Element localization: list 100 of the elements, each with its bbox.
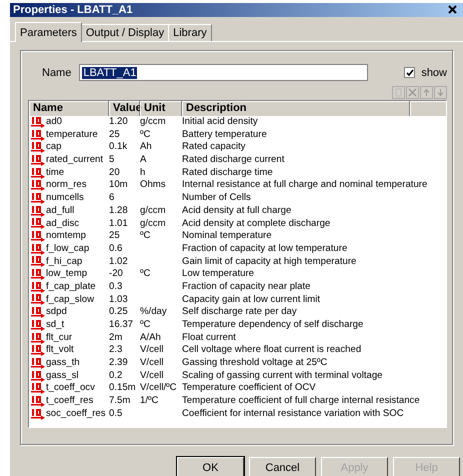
parameter-name: t_coeff_res bbox=[46, 395, 94, 408]
parameter-value: 0.3 bbox=[109, 280, 124, 294]
parameter-unit: A/Ah bbox=[140, 332, 161, 343]
parameter-name: soc_coeff_res bbox=[46, 408, 106, 421]
parameter-icon bbox=[31, 244, 45, 255]
move-down-button[interactable] bbox=[434, 86, 447, 99]
parameter-description: Internal resistance at full charge and nominal temperature bbox=[182, 179, 428, 192]
parameter-description: Temperature coefficient of OCV bbox=[182, 382, 317, 396]
parameter-description: Rated discharge current bbox=[182, 154, 286, 167]
parameter-value: 5 bbox=[109, 154, 116, 167]
parameter-description: Coefficient for internal resistance variation with SOC bbox=[182, 408, 405, 421]
parameter-description: Temperature dependency of self discharge bbox=[182, 319, 364, 332]
parameter-name: ad_disc bbox=[46, 218, 80, 230]
parameter-icon bbox=[31, 332, 45, 344]
parameter-name: f_low_cap bbox=[46, 242, 90, 256]
parameter-value: 1.03 bbox=[109, 294, 129, 306]
parameter-value: 25 bbox=[109, 230, 121, 243]
parameter-value: -20 bbox=[109, 268, 124, 281]
column-header[interactable]: Unit bbox=[140, 101, 182, 116]
name-label: Name bbox=[42, 66, 72, 78]
parameter-icon bbox=[31, 116, 45, 128]
parameter-value: 0.6 bbox=[109, 242, 124, 256]
parameter-icon bbox=[31, 130, 45, 141]
parameter-description: Cell voltage where float current is reached bbox=[182, 344, 362, 358]
parameter-unit: V/cell bbox=[140, 370, 164, 381]
parameter-name: numcells bbox=[46, 192, 84, 205]
parameter-icon bbox=[31, 320, 45, 331]
parameter-value: 20 bbox=[109, 166, 121, 180]
parameter-icon bbox=[31, 383, 45, 394]
parameter-name: nomtemp bbox=[46, 230, 86, 243]
parameter-unit: %/day bbox=[140, 306, 167, 318]
parameter-icon bbox=[31, 168, 45, 179]
column-header[interactable]: Value bbox=[109, 101, 140, 116]
show-label: show bbox=[421, 66, 447, 78]
parameter-icon bbox=[31, 396, 45, 407]
delete-button[interactable] bbox=[406, 86, 419, 99]
parameter-value: 2.39 bbox=[109, 357, 129, 370]
parameter-unit: V/cell bbox=[140, 357, 164, 368]
parameter-icon bbox=[31, 218, 45, 230]
parameter-name: gass_sl bbox=[46, 370, 79, 382]
parameter-description: Temperature coefficient of full charge internal resistance bbox=[182, 395, 421, 408]
parameter-value: 2m bbox=[109, 332, 124, 344]
name-field[interactable]: LBATT_A1 bbox=[79, 64, 368, 81]
parameter-unit: V/cell bbox=[140, 344, 164, 356]
parameter-value: 6 bbox=[109, 192, 116, 205]
parameter-unit: V/cell/ºC bbox=[140, 382, 177, 394]
parameter-name: rated_current bbox=[46, 154, 104, 167]
close-icon bbox=[448, 5, 456, 14]
parameter-description: Gain limit of capacity at high temperature bbox=[182, 256, 358, 268]
parameter-name: flt_cur bbox=[46, 332, 72, 344]
tab[interactable]: Library bbox=[168, 24, 212, 41]
parameter-icon bbox=[31, 180, 45, 192]
parameter-name: f_cap_plate bbox=[46, 280, 96, 294]
parameter-icon bbox=[31, 358, 45, 369]
parameter-name: ad_full bbox=[46, 204, 74, 218]
parameter-icon bbox=[31, 231, 45, 242]
show-checkbox[interactable] bbox=[404, 67, 416, 78]
parameter-description: Acid density at complete discharge bbox=[182, 218, 332, 230]
parameter-description: Rated discharge time bbox=[182, 166, 274, 180]
parameter-name: cap bbox=[46, 141, 62, 154]
parameter-name: gass_th bbox=[46, 357, 80, 370]
parameter-description: Capacity gain at low current limit bbox=[182, 294, 322, 306]
parameter-name: temperature bbox=[46, 128, 98, 142]
parameter-unit: h bbox=[140, 166, 146, 178]
parameter-description: Acid density at full charge bbox=[182, 204, 292, 218]
parameter-unit: Ohms bbox=[140, 179, 166, 190]
column-header[interactable]: Name bbox=[29, 101, 109, 116]
parameter-description: Nominal temperature bbox=[182, 230, 273, 243]
parameter-icon bbox=[31, 269, 45, 280]
parameter-description: Fraction of capacity near plate bbox=[182, 280, 312, 294]
dialog-button[interactable]: OK bbox=[177, 457, 244, 476]
parameter-icon bbox=[31, 142, 45, 154]
parameter-icon bbox=[31, 256, 45, 268]
parameter-value: 2.3 bbox=[109, 344, 124, 358]
parameter-description: Self discharge rate per day bbox=[182, 306, 298, 320]
parameter-description: Rated capacity bbox=[182, 141, 246, 154]
parameter-value: 0.2 bbox=[109, 370, 124, 382]
parameter-unit: 1/ºC bbox=[140, 395, 158, 406]
parameter-unit: g/ccm bbox=[140, 116, 166, 127]
tab[interactable]: Output / Display bbox=[80, 24, 170, 41]
tab[interactable]: Parameters bbox=[15, 22, 82, 42]
parameter-icon bbox=[31, 154, 45, 166]
parameter-name: sdpd bbox=[46, 306, 67, 320]
dialog-button[interactable]: Cancel bbox=[249, 457, 316, 476]
parameter-icon bbox=[31, 282, 45, 293]
parameter-description: Battery temperature bbox=[182, 128, 268, 142]
parameter-value: 1.01 bbox=[109, 218, 129, 230]
parameter-icon bbox=[31, 345, 45, 356]
down-arrow-icon bbox=[436, 88, 445, 97]
column-header[interactable]: Description bbox=[182, 101, 410, 116]
parameter-icon bbox=[31, 307, 45, 318]
parameter-description: Float current bbox=[182, 332, 237, 344]
page-icon bbox=[394, 88, 403, 97]
parameter-icon bbox=[31, 408, 45, 420]
window-title: Properties - LBATT_A1 bbox=[13, 4, 133, 16]
new-button[interactable] bbox=[392, 86, 405, 99]
parameter-icon bbox=[31, 370, 45, 382]
parameter-value: 1.28 bbox=[109, 204, 129, 218]
move-up-button[interactable] bbox=[420, 86, 433, 99]
parameter-name: f_hi_cap bbox=[46, 256, 82, 268]
